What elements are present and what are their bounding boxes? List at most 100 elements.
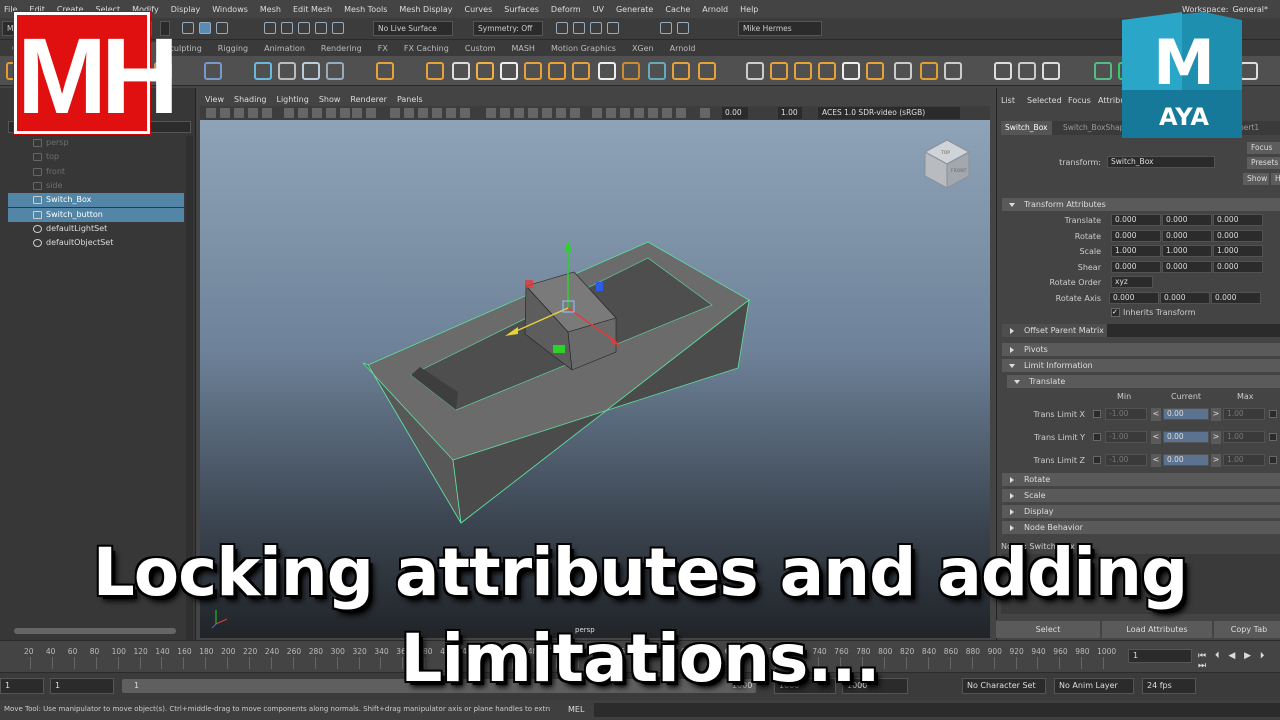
gamma-field[interactable]: 1.00 bbox=[778, 107, 802, 119]
viewport-menu-view[interactable]: View bbox=[205, 95, 224, 104]
limit-min-field[interactable]: -1.00 bbox=[1105, 454, 1147, 466]
shelf-tool-icon[interactable] bbox=[500, 62, 518, 80]
shelf-tool-icon[interactable] bbox=[204, 62, 222, 80]
shelf-tool-icon[interactable] bbox=[794, 62, 812, 80]
menu-mesh[interactable]: Mesh bbox=[260, 5, 281, 14]
manipulator-plane-blue[interactable] bbox=[596, 282, 603, 291]
shelf-tool-icon[interactable] bbox=[1018, 62, 1036, 80]
menu-cache[interactable]: Cache bbox=[665, 5, 690, 14]
menu-display[interactable]: Display bbox=[171, 5, 201, 14]
viewport-toolbar-icon[interactable] bbox=[312, 108, 322, 118]
viewport-toolbar-icon[interactable] bbox=[542, 108, 552, 118]
shelf-tool-icon[interactable] bbox=[1042, 62, 1060, 80]
transform-value-field[interactable]: 0.000 bbox=[1111, 229, 1161, 242]
transform-value-field[interactable]: 0.000 bbox=[1213, 229, 1263, 242]
menu-arnold[interactable]: Arnold bbox=[702, 5, 728, 14]
outliner-item[interactable]: front bbox=[8, 165, 184, 179]
shelf-tool-icon[interactable] bbox=[648, 62, 666, 80]
shelf-tool-icon[interactable] bbox=[572, 62, 590, 80]
shelf-tool-icon[interactable] bbox=[1240, 62, 1258, 80]
viewport-menu-panels[interactable]: Panels bbox=[397, 95, 423, 104]
limit-min-checkbox[interactable] bbox=[1093, 433, 1101, 441]
shelf-tab-rigging[interactable]: Rigging bbox=[210, 42, 256, 56]
set-max-button[interactable]: > bbox=[1211, 408, 1221, 421]
limit-max-checkbox[interactable] bbox=[1269, 433, 1277, 441]
menu-generate[interactable]: Generate bbox=[616, 5, 653, 14]
limit-current-field[interactable]: 0.00 bbox=[1163, 431, 1209, 443]
viewport-toolbar-icon[interactable] bbox=[460, 108, 470, 118]
shelf-tool-icon[interactable] bbox=[326, 62, 344, 80]
shelf-tool-icon[interactable] bbox=[548, 62, 566, 80]
transform-value-field[interactable]: 0.000 bbox=[1162, 229, 1212, 242]
outliner-item[interactable]: defaultLightSet bbox=[8, 222, 184, 236]
viewport-toolbar-icon[interactable] bbox=[500, 108, 510, 118]
viewport-toolbar-icon[interactable] bbox=[620, 108, 630, 118]
viewport-toolbar-icon[interactable] bbox=[340, 108, 350, 118]
select-by-hierarchy-icon[interactable] bbox=[199, 22, 211, 34]
ae-menu-focus[interactable]: Focus bbox=[1068, 96, 1091, 105]
viewport-toolbar-icon[interactable] bbox=[432, 108, 442, 118]
section-limit-information[interactable]: Limit Information bbox=[1002, 359, 1280, 372]
shelf-tab-motion-graphics[interactable]: Motion Graphics bbox=[543, 42, 624, 56]
play-icon[interactable] bbox=[660, 22, 672, 34]
shelf-tool-icon[interactable] bbox=[254, 62, 272, 80]
viewport-toolbar-icon[interactable] bbox=[446, 108, 456, 118]
pause-icon[interactable] bbox=[677, 22, 689, 34]
limit-min-checkbox[interactable] bbox=[1093, 410, 1101, 418]
shelf-tool-icon[interactable] bbox=[866, 62, 884, 80]
rotate-axis-field[interactable]: 0.000 bbox=[1109, 292, 1159, 304]
outliner-item[interactable]: Switch_button bbox=[8, 207, 184, 222]
limit-min-field[interactable]: -1.00 bbox=[1105, 408, 1147, 420]
viewport-toolbar-icon[interactable] bbox=[298, 108, 308, 118]
shelf-tool-icon[interactable] bbox=[746, 62, 764, 80]
shelf-tool-icon[interactable] bbox=[818, 62, 836, 80]
snap-view-plane-icon[interactable] bbox=[315, 22, 327, 34]
viewport-toolbar-icon[interactable] bbox=[676, 108, 686, 118]
viewport-toolbar-icon[interactable] bbox=[700, 108, 710, 118]
section-scale[interactable]: Scale bbox=[1002, 489, 1280, 502]
transform-value-field[interactable]: 1.000 bbox=[1111, 245, 1161, 257]
shelf-tab-fx-caching[interactable]: FX Caching bbox=[396, 42, 457, 56]
menu-mesh-display[interactable]: Mesh Display bbox=[399, 5, 452, 14]
node-tab[interactable]: Switch_Box bbox=[1001, 121, 1052, 135]
presets-button[interactable]: Presets bbox=[1247, 157, 1280, 169]
limit-max-checkbox[interactable] bbox=[1269, 410, 1277, 418]
shelf-tool-icon[interactable] bbox=[302, 62, 320, 80]
menu-help[interactable]: Help bbox=[740, 5, 758, 14]
shelf-tool-icon[interactable] bbox=[598, 62, 616, 80]
viewport-toolbar-icon[interactable] bbox=[352, 108, 362, 118]
shelf-tool-icon[interactable] bbox=[524, 62, 542, 80]
viewport-toolbar-icon[interactable] bbox=[662, 108, 672, 118]
select-by-object-icon[interactable] bbox=[216, 22, 228, 34]
shelf-tool-icon[interactable] bbox=[452, 62, 470, 80]
section-rotate[interactable]: Rotate bbox=[1002, 473, 1280, 486]
snap-grid-icon[interactable] bbox=[264, 22, 276, 34]
shelf-tool-icon[interactable] bbox=[376, 62, 394, 80]
view-cube[interactable]: TOP FRONT bbox=[923, 139, 971, 189]
viewport-toolbar-icon[interactable] bbox=[592, 108, 602, 118]
shelf-tab-fx[interactable]: FX bbox=[370, 42, 396, 56]
menu-surfaces[interactable]: Surfaces bbox=[504, 5, 539, 14]
shelf-tab-mash[interactable]: MASH bbox=[503, 42, 542, 56]
color-space-dropdown[interactable]: ACES 1.0 SDR-video (sRGB) bbox=[818, 107, 960, 119]
snap-curve-icon[interactable] bbox=[281, 22, 293, 34]
menu-windows[interactable]: Windows bbox=[212, 5, 248, 14]
exposure-field[interactable]: 0.00 bbox=[722, 107, 748, 119]
viewport-toolbar-icon[interactable] bbox=[234, 108, 244, 118]
set-min-button[interactable]: < bbox=[1151, 431, 1161, 444]
shelf-tab-custom[interactable]: Custom bbox=[457, 42, 504, 56]
limit-max-field[interactable]: 1.00 bbox=[1223, 408, 1265, 420]
menu-mesh-tools[interactable]: Mesh Tools bbox=[344, 5, 387, 14]
command-line-input[interactable] bbox=[594, 703, 1280, 717]
rotate-order-dropdown[interactable]: xyz bbox=[1111, 276, 1153, 288]
transform-value-field[interactable]: 0.000 bbox=[1213, 260, 1263, 273]
outliner-item[interactable]: top bbox=[8, 150, 184, 164]
shelf-tool-icon[interactable] bbox=[770, 62, 788, 80]
set-min-button[interactable]: < bbox=[1151, 454, 1161, 467]
shelf-tool-icon[interactable] bbox=[944, 62, 962, 80]
viewport-toolbar-icon[interactable] bbox=[262, 108, 272, 118]
limit-max-field[interactable]: 1.00 bbox=[1223, 431, 1265, 443]
transform-value-field[interactable]: 1.000 bbox=[1162, 245, 1212, 257]
inherits-transform-checkbox[interactable]: ✓ bbox=[1111, 308, 1120, 317]
limit-min-checkbox[interactable] bbox=[1093, 456, 1101, 464]
